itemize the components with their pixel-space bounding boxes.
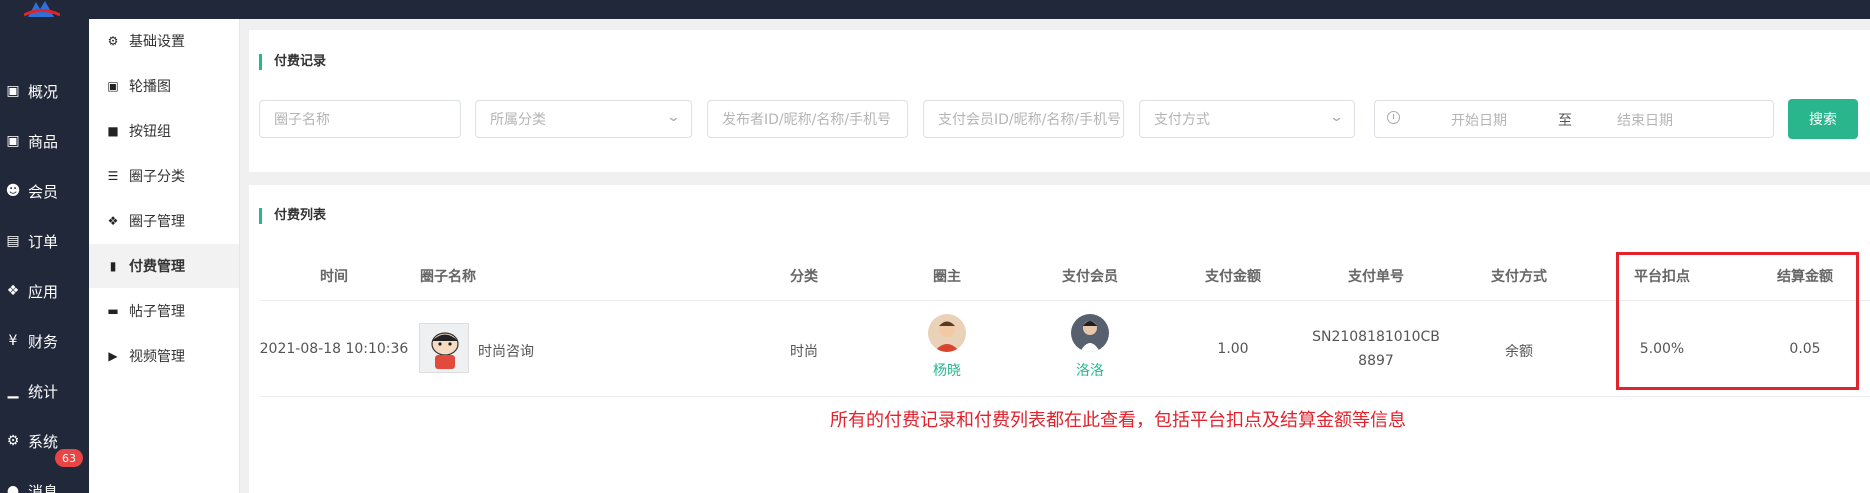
nav-item-label: 财务 [28, 332, 59, 351]
column-header-time: 时间 [320, 269, 348, 285]
image-icon: ▣ [107, 79, 119, 93]
date-range-picker[interactable]: 开始日期 至 结束日期 [1374, 100, 1774, 138]
nav-item-label: 商品 [28, 132, 59, 151]
bar-chart-icon: ▁ [7, 383, 19, 399]
message-count-badge: 63 [55, 449, 83, 467]
nav-item-overview[interactable]: ▣ 概况 [0, 75, 89, 107]
chevron-down-icon: ⌄ [665, 110, 682, 125]
comment-icon: ● [6, 483, 20, 493]
nav-item-goods[interactable]: ▣ 商品 [0, 125, 89, 157]
list-icon: ☰ [107, 169, 119, 183]
sub-item-label: 视频管理 [129, 349, 185, 365]
chevron-down-icon: ⌄ [1328, 110, 1345, 125]
highlight-box [1616, 252, 1859, 390]
publisher-input[interactable]: 发布者ID/昵称/名称/手机号 [707, 100, 908, 138]
sub-item-label: 圈子管理 [129, 214, 185, 230]
column-header-member: 支付会员 [1062, 269, 1118, 285]
logo-icon [24, 1, 60, 17]
nav-item-label: 统计 [28, 382, 59, 401]
card-icon: ▣ [6, 133, 20, 149]
gears-icon: ⚙ [6, 433, 20, 449]
sub-item-label: 圈子分类 [129, 169, 185, 185]
column-header-amount: 支付金额 [1205, 269, 1261, 285]
member-placeholder: 支付会员ID/昵称/名称/手机号 [938, 112, 1122, 128]
sub-item-button-group[interactable]: ■ 按钮组 [89, 109, 239, 153]
circle-name-placeholder: 圈子名称 [274, 112, 330, 128]
list-panel-title: 付费列表 [259, 208, 326, 224]
sub-item-basic-settings[interactable]: ⚙ 基础设置 [89, 19, 239, 63]
member-name-link[interactable]: 洛洛 [1076, 360, 1104, 380]
cell-circle-name: 时尚咨询 [478, 344, 534, 360]
top-bar [0, 0, 1870, 19]
nav-item-orders[interactable]: ▤ 订单 [0, 225, 89, 257]
member-avatar [1071, 314, 1109, 352]
search-button[interactable]: 搜索 [1788, 99, 1858, 139]
nav-item-label: 会员 [28, 182, 59, 201]
circle-thumbnail [419, 323, 469, 373]
owner-avatar [928, 314, 966, 352]
sub-item-label: 按钮组 [129, 124, 171, 140]
sub-sidebar: ⚙ 基础设置 ▣ 轮播图 ■ 按钮组 ☰ 圈子分类 ❖ 圈子管理 ▮ 付费管理 … [89, 19, 240, 493]
category-placeholder: 所属分类 [490, 112, 546, 128]
filter-panel-title: 付费记录 [259, 54, 326, 70]
cell-time: 2021-08-18 10:10:36 [259, 341, 409, 357]
video-icon: ▶ [108, 349, 118, 363]
column-header-circle-name: 圈子名称 [420, 269, 476, 285]
start-date-placeholder: 开始日期 [1451, 113, 1507, 129]
sub-item-payment-management[interactable]: ▮ 付费管理 [89, 244, 239, 288]
cubes-icon: ❖ [107, 214, 119, 228]
column-header-order-no: 支付单号 [1348, 269, 1404, 285]
member-input[interactable]: 支付会员ID/昵称/名称/手机号 [923, 100, 1124, 138]
circle-name-input[interactable]: 圈子名称 [259, 100, 461, 138]
gears-icon: ⚙ [107, 34, 119, 48]
sub-item-post-management[interactable]: ▬ 帖子管理 [89, 289, 239, 333]
nav-item-apps[interactable]: ❖ 应用 [0, 275, 89, 307]
nav-item-stats[interactable]: ▁ 统计 [0, 375, 89, 407]
owner-name-link[interactable]: 杨晓 [933, 360, 961, 380]
card-icon: ▣ [6, 83, 20, 99]
annotation-note: 所有的付费记录和付费列表都在此查看，包括平台扣点及结算金额等信息 [830, 410, 1406, 431]
sub-item-label: 帖子管理 [129, 304, 185, 320]
pay-method-placeholder: 支付方式 [1154, 112, 1210, 128]
sub-item-label: 付费管理 [129, 259, 185, 275]
folder-icon: ▬ [107, 304, 119, 318]
column-header-pay-method: 支付方式 [1491, 269, 1547, 285]
nav-item-label: 消息 [28, 482, 59, 493]
clock-icon [1387, 111, 1400, 124]
pay-method-select[interactable]: 支付方式 ⌄ [1139, 100, 1355, 138]
cell-category: 时尚 [790, 344, 818, 360]
category-select[interactable]: 所属分类 ⌄ [475, 100, 692, 138]
nav-item-finance[interactable]: ¥ 财务 [0, 325, 89, 357]
nav-item-messages[interactable]: ● 消息 [0, 475, 89, 493]
users-icon: ☻ [5, 183, 21, 199]
sub-item-video-management[interactable]: ▶ 视频管理 [89, 334, 239, 378]
nav-item-label: 订单 [28, 232, 59, 251]
cart-icon: ▤ [6, 233, 20, 249]
main-sidebar: ▣ 概况 ▣ 商品 ☻ 会员 ▤ 订单 ❖ 应用 ¥ 财务 ▁ 统计 ⚙ 系统 … [0, 19, 89, 493]
sub-item-circle-management[interactable]: ❖ 圈子管理 [89, 199, 239, 243]
cell-pay-method: 余额 [1505, 344, 1533, 360]
column-header-category: 分类 [790, 269, 818, 285]
date-range-separator: 至 [1558, 113, 1572, 129]
nav-item-members[interactable]: ☻ 会员 [0, 175, 89, 207]
nav-item-label: 系统 [28, 432, 59, 451]
publisher-placeholder: 发布者ID/昵称/名称/手机号 [722, 112, 892, 128]
row-divider [260, 396, 1870, 397]
cell-order-no-line2: 8897 [1358, 353, 1394, 369]
square-icon: ■ [107, 124, 119, 138]
cell-order-no-line1: SN2108181010CB [1312, 329, 1440, 345]
sub-item-carousel[interactable]: ▣ 轮播图 [89, 64, 239, 108]
nav-item-label: 应用 [28, 282, 59, 301]
column-header-owner: 圈主 [933, 269, 961, 285]
sub-item-label: 基础设置 [129, 34, 185, 50]
nav-item-label: 概况 [28, 82, 59, 101]
sub-item-label: 轮播图 [129, 79, 171, 95]
cell-amount: 1.00 [1217, 341, 1249, 357]
yen-icon: ¥ [8, 333, 18, 349]
sub-item-circle-category[interactable]: ☰ 圈子分类 [89, 154, 239, 198]
end-date-placeholder: 结束日期 [1617, 113, 1673, 129]
cubes-icon: ❖ [6, 283, 20, 299]
bookmark-icon: ▮ [109, 259, 117, 273]
